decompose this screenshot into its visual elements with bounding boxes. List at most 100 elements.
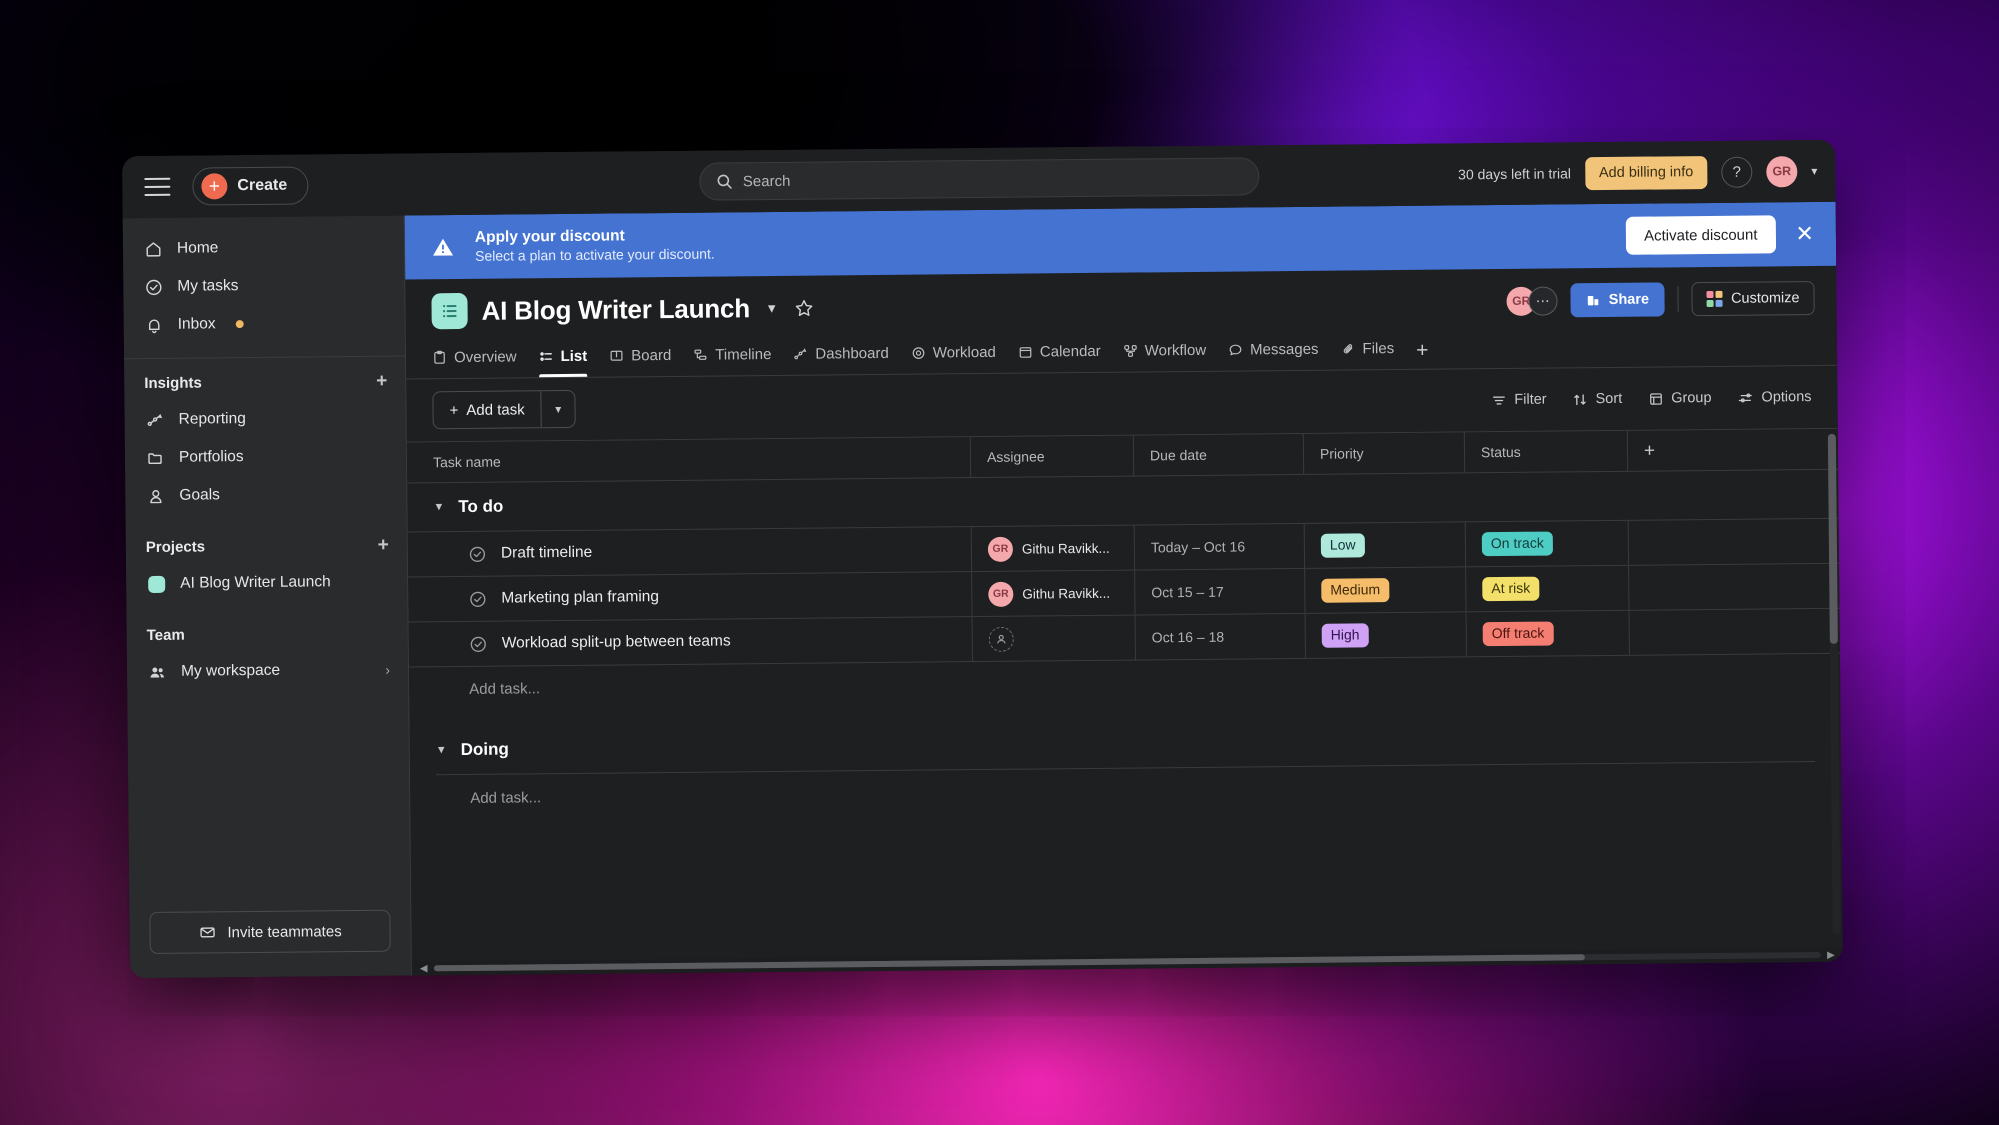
- tab-list[interactable]: List: [538, 337, 587, 377]
- status-badge[interactable]: At risk: [1482, 576, 1540, 601]
- sidebar-item-goals[interactable]: Goals: [125, 475, 406, 516]
- tab-label: Overview: [453, 347, 517, 366]
- sidebar-item-ai-blog-writer-launch[interactable]: AI Blog Writer Launch: [126, 563, 407, 604]
- complete-task-icon[interactable]: [468, 544, 487, 563]
- row-extra-cell[interactable]: [1628, 609, 1749, 655]
- tab-label: Workflow: [1144, 341, 1207, 359]
- add-billing-info-button[interactable]: Add billing info: [1584, 155, 1708, 190]
- filter-button[interactable]: Filter: [1491, 392, 1547, 409]
- banner-actions: Activate discount ✕: [1625, 215, 1814, 255]
- sidebar-section-team: Team: [127, 615, 408, 654]
- overview-icon: [432, 350, 447, 365]
- sidebar-item-reporting[interactable]: Reporting: [124, 399, 405, 440]
- add-task-dropdown-button[interactable]: ▾: [540, 390, 575, 428]
- sidebar-item-my-workspace[interactable]: My workspace ›: [127, 651, 408, 692]
- complete-task-icon[interactable]: [468, 589, 487, 608]
- create-button[interactable]: + Create: [192, 166, 309, 206]
- sidebar-item-my-tasks[interactable]: My tasks: [123, 266, 404, 307]
- tab-messages[interactable]: Messages: [1228, 330, 1319, 371]
- column-header-label: Task name: [432, 453, 501, 471]
- star-icon[interactable]: [793, 297, 814, 318]
- due-date-cell[interactable]: Oct 16 – 18: [1134, 613, 1305, 660]
- column-header-task-name[interactable]: Task name: [407, 437, 970, 482]
- column-header-priority[interactable]: Priority: [1302, 432, 1465, 474]
- due-date-text: Oct 16 – 18: [1151, 628, 1225, 646]
- chevron-down-icon[interactable]: ▼: [436, 744, 447, 756]
- activate-discount-button[interactable]: Activate discount: [1625, 215, 1776, 255]
- status-badge[interactable]: Off track: [1482, 621, 1554, 646]
- invite-teammates-button[interactable]: Invite teammates: [149, 909, 391, 955]
- add-project-button[interactable]: +: [378, 534, 389, 555]
- complete-task-icon[interactable]: [469, 634, 488, 653]
- priority-badge[interactable]: High: [1321, 623, 1369, 648]
- envelope-icon: [198, 923, 216, 941]
- tab-board[interactable]: Board: [609, 336, 671, 377]
- task-name-cell[interactable]: Draft timeline: [408, 527, 971, 576]
- status-cell[interactable]: On track: [1464, 520, 1629, 567]
- add-task-group: + Add task ▾: [432, 389, 576, 430]
- status-cell[interactable]: At risk: [1465, 565, 1629, 612]
- task-group-title: Doing: [460, 739, 509, 760]
- sidebar-item-portfolios[interactable]: Portfolios: [125, 437, 406, 478]
- tab-label: List: [560, 347, 588, 365]
- close-icon[interactable]: ✕: [1795, 221, 1814, 246]
- customize-button[interactable]: Customize: [1690, 281, 1815, 317]
- tab-workload[interactable]: Workload: [911, 333, 996, 374]
- row-extra-cell[interactable]: [1628, 564, 1749, 610]
- column-header-assignee[interactable]: Assignee: [969, 435, 1134, 478]
- scroll-right-icon[interactable]: ▶: [1827, 949, 1835, 960]
- column-header-status[interactable]: Status: [1463, 430, 1628, 473]
- share-button[interactable]: Share: [1570, 282, 1665, 318]
- tab-overview[interactable]: Overview: [432, 337, 517, 378]
- priority-badge[interactable]: Medium: [1321, 578, 1390, 603]
- avatar[interactable]: GR: [1766, 155, 1798, 187]
- due-date-cell[interactable]: Oct 15 – 17: [1134, 568, 1305, 615]
- column-header-due-date[interactable]: Due date: [1132, 433, 1304, 476]
- chevron-down-icon[interactable]: ▾: [768, 299, 776, 317]
- priority-cell[interactable]: Medium: [1304, 567, 1466, 613]
- assignee-cell[interactable]: GR Githu Ravikk...: [971, 570, 1135, 617]
- tab-workflow[interactable]: Workflow: [1123, 331, 1207, 372]
- add-insight-button[interactable]: +: [376, 370, 387, 391]
- status-cell[interactable]: Off track: [1465, 610, 1629, 657]
- sort-button[interactable]: Sort: [1573, 391, 1622, 407]
- more-members-button[interactable]: ⋯: [1528, 285, 1558, 316]
- chevron-down-icon[interactable]: ▼: [433, 501, 444, 513]
- add-task-button[interactable]: + Add task: [433, 391, 540, 428]
- scroll-left-icon[interactable]: ◀: [420, 963, 428, 974]
- chevron-down-icon[interactable]: ▾: [1811, 164, 1817, 178]
- tab-dashboard[interactable]: Dashboard: [793, 334, 889, 375]
- group-button[interactable]: Group: [1648, 390, 1712, 407]
- assignee-cell[interactable]: GR Githu Ravikk...: [970, 525, 1135, 572]
- help-icon[interactable]: ?: [1721, 156, 1753, 188]
- priority-cell[interactable]: High: [1304, 612, 1466, 658]
- due-date-cell[interactable]: Today – Oct 16: [1133, 523, 1305, 570]
- project-header-actions: GR ⋯ Share Customize: [1506, 281, 1815, 318]
- priority-cell[interactable]: Low: [1303, 522, 1466, 568]
- task-name-cell[interactable]: Marketing plan framing: [408, 572, 971, 621]
- sidebar-item-home[interactable]: Home: [123, 228, 404, 269]
- assign-user-icon[interactable]: [988, 626, 1014, 652]
- tab-calendar[interactable]: Calendar: [1018, 332, 1101, 373]
- options-button[interactable]: Options: [1737, 389, 1812, 406]
- tab-files[interactable]: Files: [1340, 329, 1394, 370]
- priority-badge[interactable]: Low: [1320, 533, 1365, 558]
- sidebar-section-insights: Insights +: [124, 363, 405, 402]
- add-task-placeholder[interactable]: Add task...: [410, 774, 541, 821]
- group-icon: [1648, 391, 1663, 406]
- hamburger-icon[interactable]: [144, 177, 171, 197]
- assignee-cell[interactable]: [971, 615, 1135, 662]
- due-date-text: Oct 15 – 17: [1151, 583, 1224, 601]
- tab-timeline[interactable]: Timeline: [693, 335, 772, 376]
- task-title: Draft timeline: [500, 543, 593, 562]
- sidebar-item-inbox[interactable]: Inbox: [124, 304, 405, 345]
- task-table: Task name Assignee Due date Priority Sta: [406, 427, 1843, 976]
- chevron-right-icon[interactable]: ›: [385, 662, 390, 678]
- add-tab-button[interactable]: +: [1416, 339, 1429, 369]
- add-column-button[interactable]: +: [1626, 429, 1748, 471]
- add-task-placeholder[interactable]: Add task...: [409, 666, 540, 712]
- task-name-cell[interactable]: Workload split-up between teams: [409, 617, 972, 666]
- row-extra-cell[interactable]: [1627, 519, 1749, 565]
- search-input[interactable]: Search: [698, 157, 1260, 201]
- status-badge[interactable]: On track: [1481, 531, 1553, 556]
